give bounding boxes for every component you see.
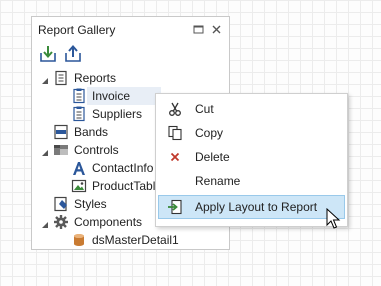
- copy-icon: [167, 125, 183, 141]
- tree-label: Bands: [74, 125, 109, 139]
- tree-label: dsMasterDetail1: [92, 233, 179, 247]
- menu-item-label: Copy: [195, 126, 224, 140]
- menu-item-label: Rename: [195, 174, 241, 188]
- tree-label: Styles: [74, 197, 107, 211]
- picture-control-icon: [71, 178, 87, 194]
- tree-label: Reports: [74, 71, 117, 85]
- menu-item-rename[interactable]: Rename: [158, 169, 345, 193]
- band-icon: [53, 124, 69, 140]
- collapse-arrow-icon[interactable]: [42, 74, 49, 84]
- tree-label: Suppliers: [92, 107, 143, 121]
- label-control-icon: [71, 160, 87, 176]
- menu-item-label: Cut: [195, 102, 214, 116]
- menu-item-cut[interactable]: Cut: [158, 97, 345, 121]
- tree-node-dsmasterdetail1[interactable]: dsMasterDetail1: [32, 231, 229, 249]
- collapse-arrow-icon[interactable]: [42, 218, 49, 228]
- delete-x-icon: [167, 149, 183, 165]
- tree-label: Invoice: [92, 89, 131, 103]
- panel-title: Report Gallery: [38, 23, 116, 37]
- apply-layout-icon: [167, 199, 183, 215]
- menu-item-label: Delete: [195, 150, 230, 164]
- controls-folder-icon: [53, 142, 69, 158]
- tree-label: ProductTable: [92, 179, 163, 193]
- tree-label: Components: [74, 215, 143, 229]
- tree-node-reports[interactable]: Reports: [32, 69, 229, 87]
- close-icon[interactable]: [210, 23, 223, 36]
- database-icon: [71, 232, 87, 248]
- context-menu: Cut Copy Delete Rename Apply Layout to R…: [155, 93, 348, 227]
- styles-icon: [53, 196, 69, 212]
- panel-header: Report Gallery: [32, 17, 229, 43]
- tree-label: Controls: [74, 143, 119, 157]
- collapse-arrow-icon[interactable]: [42, 146, 49, 156]
- menu-item-copy[interactable]: Copy: [158, 121, 345, 145]
- report-page-icon: [71, 106, 87, 122]
- report-page-icon: [71, 88, 87, 104]
- import-icon[interactable]: [38, 44, 58, 64]
- menu-item-delete[interactable]: Delete: [158, 145, 345, 169]
- export-icon[interactable]: [63, 44, 83, 64]
- maximize-icon[interactable]: [192, 23, 205, 36]
- mouse-cursor-icon: [326, 207, 342, 230]
- menu-item-label: Apply Layout to Report: [195, 200, 318, 214]
- tree-label: ContactInfo: [92, 161, 154, 175]
- gear-icon: [53, 214, 69, 230]
- scissors-icon: [167, 101, 183, 117]
- menu-item-apply-layout[interactable]: Apply Layout to Report: [158, 195, 345, 219]
- report-icon: [53, 70, 69, 86]
